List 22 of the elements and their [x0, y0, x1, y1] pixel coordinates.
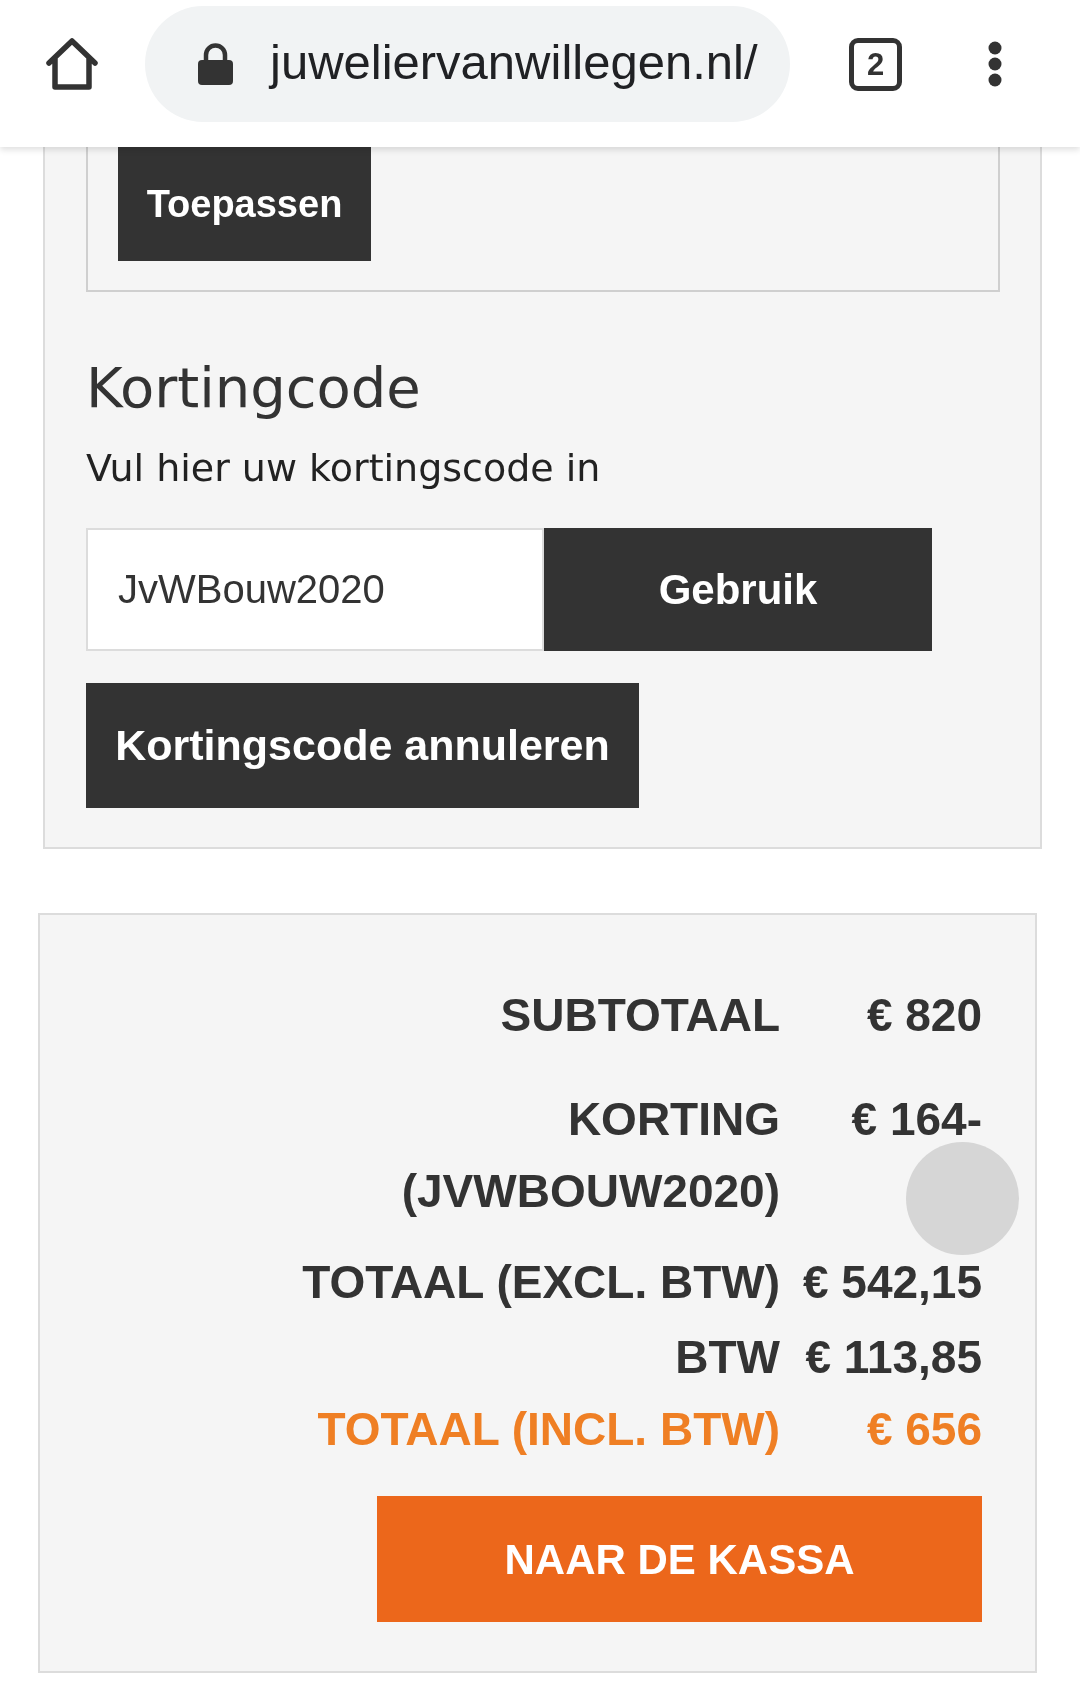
use-code-button[interactable]: Gebruik [544, 528, 932, 651]
cancel-code-button[interactable]: Kortingscode annuleren [86, 683, 639, 808]
address-bar[interactable]: juweliervanwillegen.nl/ [145, 6, 790, 122]
total-value: € 164- [850, 1092, 982, 1147]
total-value: € 113,85 [804, 1330, 982, 1385]
discount-code-field[interactable]: JvWBouw2020 [86, 528, 544, 651]
total-label: BTW [674, 1330, 780, 1385]
home-icon[interactable] [45, 37, 99, 91]
total-label: TOTAAL (INCL. BTW) [316, 1402, 780, 1457]
apply-button[interactable]: Toepassen [118, 147, 371, 261]
discount-title: Kortingcode [86, 355, 422, 421]
menu-icon[interactable] [987, 41, 1003, 87]
total-value: € 820 [865, 988, 982, 1043]
total-value: € 542,15 [801, 1255, 982, 1310]
discount-instruction: Vul hier uw kortingscode in [86, 445, 602, 491]
url-text: juweliervanwillegen.nl/ [270, 37, 758, 91]
tab-count-button[interactable]: 2 [849, 37, 902, 91]
total-label: KORTING (JVWBOUW2020) [400, 1092, 780, 1219]
total-label: SUBTOTAAL [499, 988, 780, 1043]
total-label: TOTAAL (EXCL. BTW) [301, 1255, 780, 1310]
lock-icon [198, 43, 233, 85]
total-value: € 656 [865, 1402, 982, 1457]
